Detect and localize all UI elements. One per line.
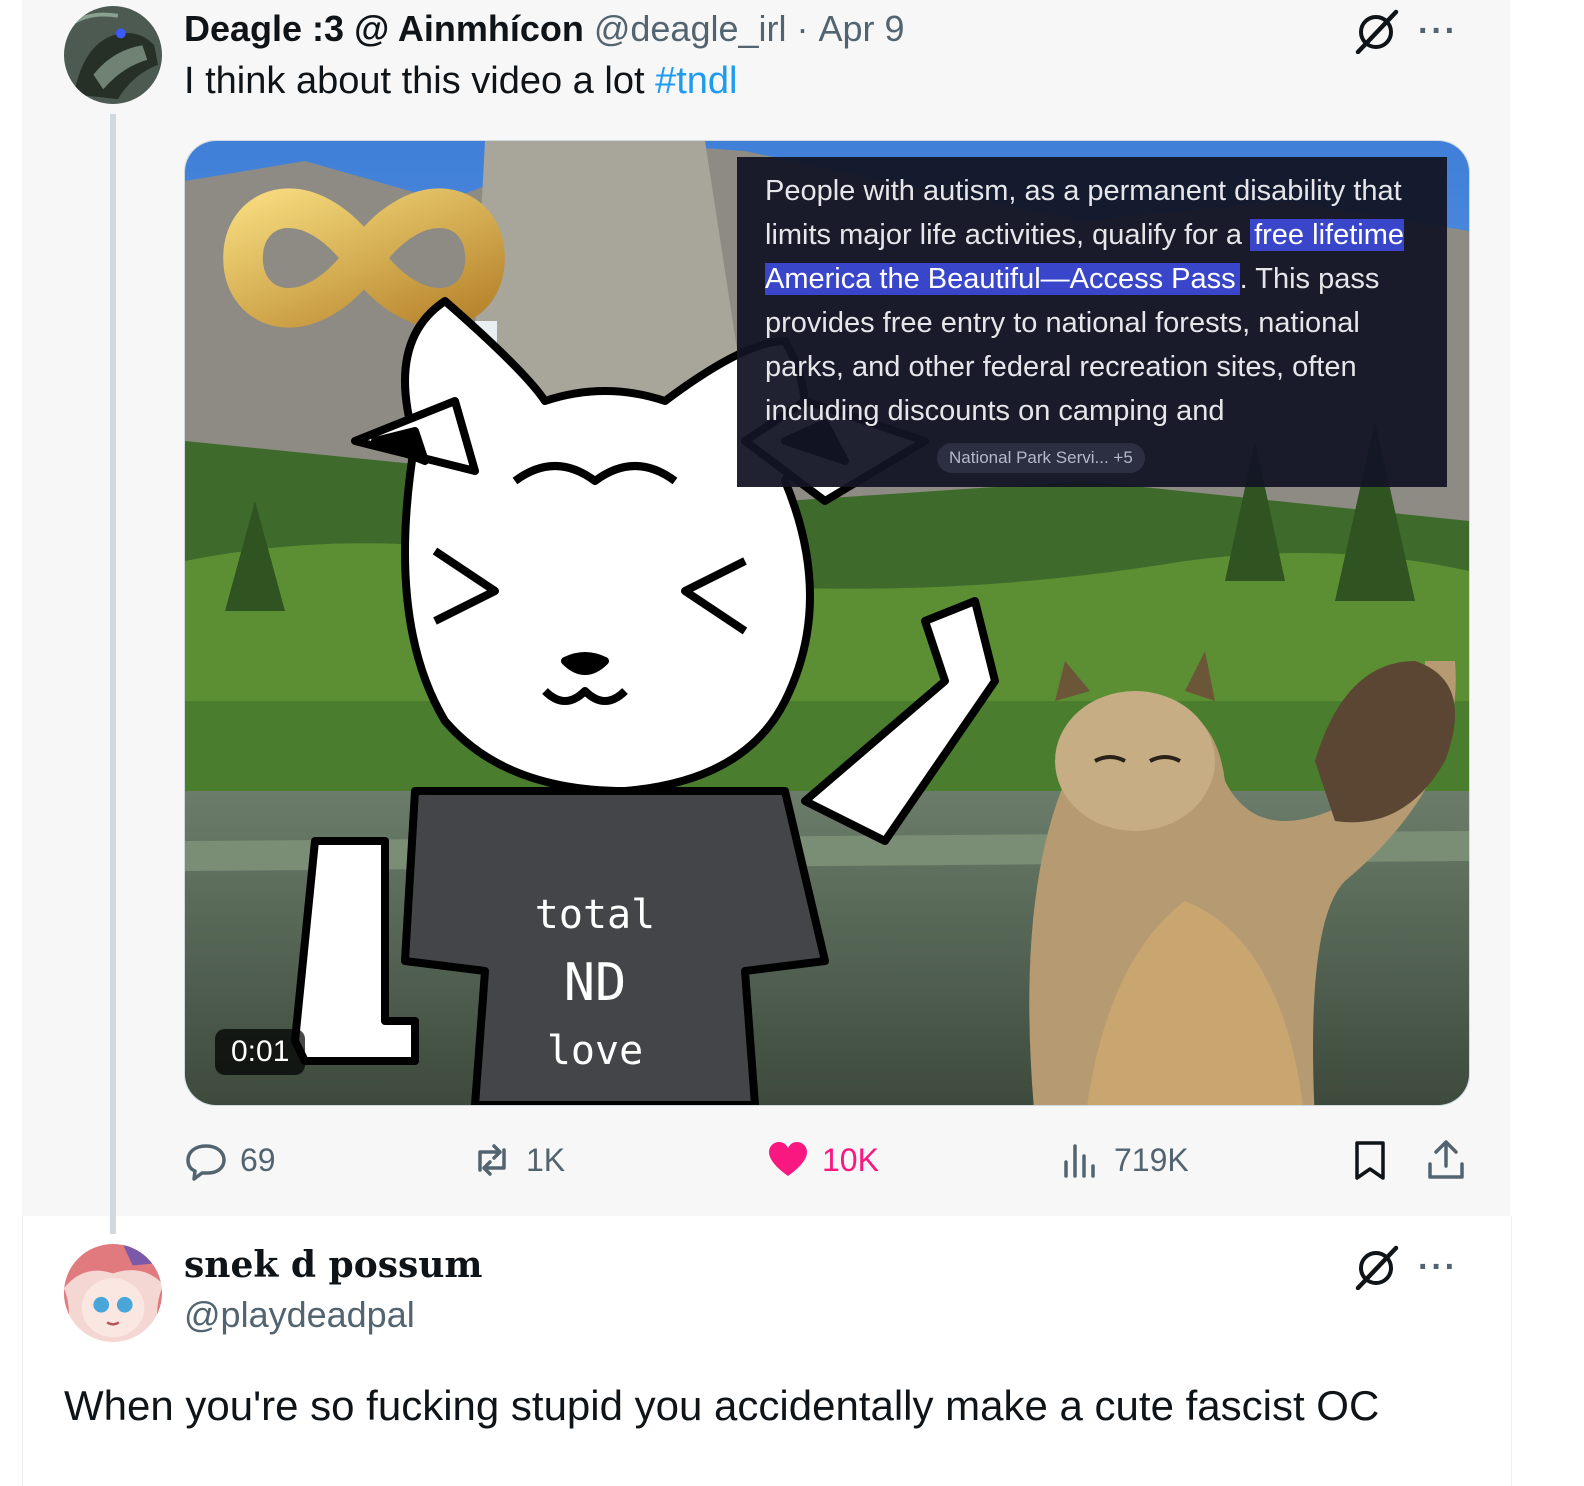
reply-icon: [186, 1144, 226, 1181]
like-button[interactable]: 10K: [766, 1138, 879, 1182]
grok-icon[interactable]: [1354, 1244, 1400, 1290]
reply-display-name[interactable]: snek d possum: [184, 1244, 483, 1286]
post-date[interactable]: Apr 9: [819, 8, 905, 50]
share-button[interactable]: [1424, 1138, 1468, 1182]
thread-line: [110, 114, 116, 1234]
reply-count: 69: [240, 1141, 276, 1178]
repost-button[interactable]: 1K: [470, 1138, 565, 1182]
avatar[interactable]: [64, 6, 162, 104]
video-timestamp: 0:01: [215, 1029, 306, 1075]
more-icon[interactable]: ···: [1418, 14, 1458, 48]
separator: ·: [796, 8, 809, 49]
shirt-text-line-2: ND: [563, 953, 627, 1013]
post-text: I think about this video a lot #tndl: [184, 60, 737, 103]
reply-text: When you're so fucking stupid you accide…: [64, 1382, 1380, 1429]
shirt-text-line-3: love: [546, 1028, 644, 1074]
repost-count: 1K: [526, 1141, 566, 1178]
handle[interactable]: @deagle_irl: [594, 8, 787, 50]
bookmark-icon: [1355, 1141, 1385, 1180]
reply-handle[interactable]: @playdeadpal: [184, 1294, 415, 1336]
reply-avatar[interactable]: [64, 1244, 162, 1342]
reply-button[interactable]: 69: [184, 1138, 276, 1182]
more-icon[interactable]: ···: [1418, 1250, 1458, 1284]
views-count: 719K: [1114, 1141, 1189, 1178]
hashtag-link[interactable]: #tndl: [655, 60, 737, 102]
search-result-overlay: People with autism, as a permanent disab…: [737, 157, 1447, 487]
overlay-source-chip: National Park Servi... +5: [937, 443, 1145, 473]
post-header-actions: ···: [1354, 8, 1458, 54]
share-icon: [1428, 1140, 1464, 1179]
reply-header-actions: ···: [1354, 1244, 1458, 1290]
views-button[interactable]: 719K: [1058, 1138, 1189, 1182]
grok-icon[interactable]: [1354, 8, 1400, 54]
shirt-text-line-1: total: [534, 892, 656, 938]
like-count: 10K: [822, 1141, 879, 1178]
author-line: Deagle :3 @ Ainmhícon @deagle_irl · Apr …: [184, 8, 905, 50]
views-icon: [1064, 1144, 1095, 1178]
heart-icon: [769, 1142, 807, 1176]
display-name[interactable]: Deagle :3 @ Ainmhícon: [184, 8, 584, 50]
video-player[interactable]: People with autism, as a permanent disab…: [184, 140, 1470, 1106]
post-body: I think about this video a lot: [184, 60, 656, 102]
repost-icon: [478, 1144, 506, 1176]
shirt-text: total ND love: [525, 881, 665, 1085]
bookmark-button[interactable]: [1348, 1138, 1392, 1182]
